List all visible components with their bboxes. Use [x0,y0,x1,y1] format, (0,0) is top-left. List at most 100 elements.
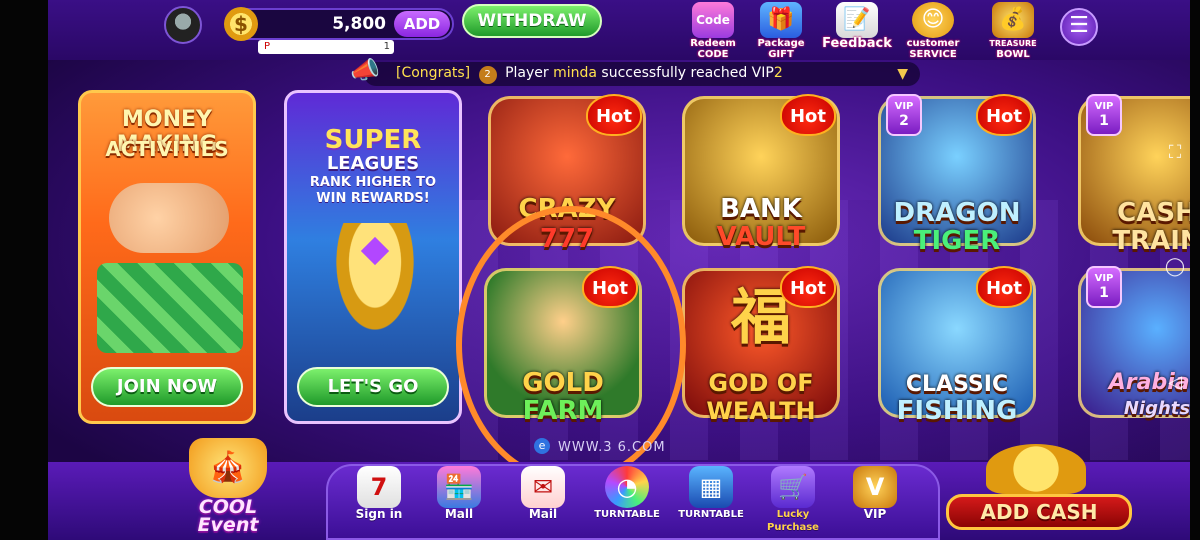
announcement-level: 2 [773,65,783,81]
mail-icon: ✉ [521,466,565,508]
redeem-label-1: Redeem [690,38,736,49]
package-label-1: Package [757,38,805,49]
menu-icon[interactable]: ☰ [1060,8,1098,46]
money-making-card[interactable]: MONEY MAKING ACTIVITIES JOIN NOW [78,90,256,424]
watermark-text: WWW.3 6.COM [558,440,666,455]
vip-badge-icon: VIP 2 [886,94,922,136]
treasure-bowl-button[interactable]: 💰 TREASURE BOWL [978,2,1048,60]
league-subtitle-2: WIN REWARDS! [316,191,430,206]
collapse-icon[interactable]: ◁ [1160,368,1190,398]
nav-label: Lucky Purchase [767,509,819,533]
hot-badge-icon: Hot [780,266,836,308]
game-title-line1: CLASSIC [905,372,1009,397]
super-leagues-card[interactable]: SUPER LEAGUES RANK HIGHER TO WIN REWARDS… [284,90,462,424]
league-subtitle-1: RANK HIGHER TO [309,175,437,190]
vip-badge-label: VIP [894,101,914,112]
game-title-line2: TIGER [913,226,1001,256]
hot-badge-icon: Hot [780,94,836,136]
promo-title-2: ACTIVITIES [105,137,229,161]
game-title-line2: WEALTH [706,397,816,425]
wheel-icon: ◔ [605,466,649,508]
right-system-bar [1190,0,1200,540]
announcement-bar[interactable]: 📣 [Congrats] 2 Player minda successfully… [350,56,920,86]
treasure-bowl-icon: 💰 [992,2,1034,38]
hot-badge-icon: Hot [976,94,1032,136]
nav-mall[interactable]: 🏪 Mall [424,466,494,538]
user-avatar[interactable] [164,6,202,44]
vip-badge-level: 1 [1099,113,1109,129]
shop-icon: 🏪 [437,466,481,508]
nav-lucky-purchase[interactable]: 🛒 Lucky Purchase [758,466,828,538]
league-title-1: SUPER [324,125,422,155]
game-cash-train[interactable]: CASH TRAIN VIP 1 [1072,90,1190,260]
vip-badge-label: VIP [1094,101,1114,112]
nav-lottery[interactable]: ▦ TURNTABLE [676,466,746,538]
cart-icon: 🛒 [771,466,815,508]
gift-icon: 🎁 [760,2,802,38]
cool-event-button[interactable]: 🎪 COOL Event [168,438,288,538]
chevron-down-icon[interactable]: ▼ [897,66,908,82]
nav-label: Mail [528,507,558,521]
add-cash-button[interactable]: ADD CASH [946,444,1132,536]
game-lobby: $ 5,800 ADD P 1 WITHDRAW Code Redeem COD… [0,0,1200,540]
nav-vip[interactable]: V VIP [840,466,910,538]
game-title-line1: CASH [1117,198,1190,228]
announcement-text: [Congrats] 2 Player minda successfully r… [396,65,783,84]
lets-go-button[interactable]: LET'S GO [297,367,449,407]
game-title-line2: VAULT [716,222,806,252]
secondary-balance: P 1 [258,40,394,54]
cash-stack-icon [97,263,243,353]
nav-label: VIP [863,507,887,521]
add-button[interactable]: ADD [394,11,450,37]
join-now-button[interactable]: JOIN NOW [91,367,243,407]
carousel-icon: 🎪 [189,438,267,498]
game-dragon-tiger[interactable]: DRAGON TIGER VIP 2 Hot [872,90,1042,260]
nav-label: Sign in [355,507,403,521]
announcement-player: minda [553,65,597,81]
package-gift-button[interactable]: 🎁 Package GIFT [746,2,816,60]
record-icon[interactable]: ◯ [1160,252,1190,282]
announcement-prefix: Player [505,65,549,81]
balance-pill: $ 5,800 ADD [224,7,454,41]
nav-turntable[interactable]: ◔ TURNTABLE [592,466,662,538]
nav-label: TURNTABLE [678,509,744,520]
nav-sign-in[interactable]: 7 Sign in [344,466,414,538]
customer-service-icon: 😊 [912,2,954,38]
game-title-line2: FISHING [896,396,1018,426]
nav-label: TURNTABLE [594,509,660,520]
game-title-line2: TRAIN [1112,226,1190,256]
game-title-line1: DRAGON [893,198,1021,228]
customer-label-1: customer [906,38,960,49]
redeem-code-button[interactable]: Code Redeem CODE [678,2,748,60]
calendar-icon: 7 [357,466,401,508]
browser-icon: e [534,438,550,454]
treasure-label-2: BOWL [996,49,1030,60]
expand-icon[interactable]: ⛶ [1160,138,1190,168]
customer-service-button[interactable]: 😊 customer SERVICE [898,2,968,60]
lottery-icon: ▦ [689,466,733,508]
game-title-line1: GOD OF [708,369,814,397]
gold-coins-icon [986,444,1086,494]
vip-badge-icon: 2 [478,66,497,84]
megaphone-icon: 📣 [350,56,380,84]
game-god-of-wealth[interactable]: 福 GOD OF WEALTH Hot [676,262,846,432]
nav-mail[interactable]: ✉ Mail [508,466,578,538]
game-classic-fishing[interactable]: CLASSIC FISHING Hot [872,262,1042,432]
feedback-button[interactable]: 📝 Feedback [822,2,892,58]
redeem-code-icon: Code [692,2,734,38]
withdraw-button[interactable]: WITHDRAW [462,4,602,38]
treasure-label-1: TREASURE [989,39,1037,48]
game-arabian-nights[interactable]: Arabian Nights VIP 1 [1072,262,1190,432]
add-cash-label: ADD CASH [946,494,1132,530]
game-title-line1: BANK [720,194,802,224]
hot-badge-icon: Hot [976,266,1032,308]
game-bank-vault[interactable]: BANK VAULT Hot [676,90,846,260]
vip-crown-icon: V [853,466,897,508]
vip-badge-level: 2 [899,113,909,129]
league-title-2: LEAGUES [326,153,420,174]
announcement-tag: [Congrats] [396,65,471,81]
left-system-bar [0,0,48,540]
event-label-2: Event [197,514,259,536]
handshake-icon [109,183,229,253]
nav-label: Mall [444,507,474,521]
